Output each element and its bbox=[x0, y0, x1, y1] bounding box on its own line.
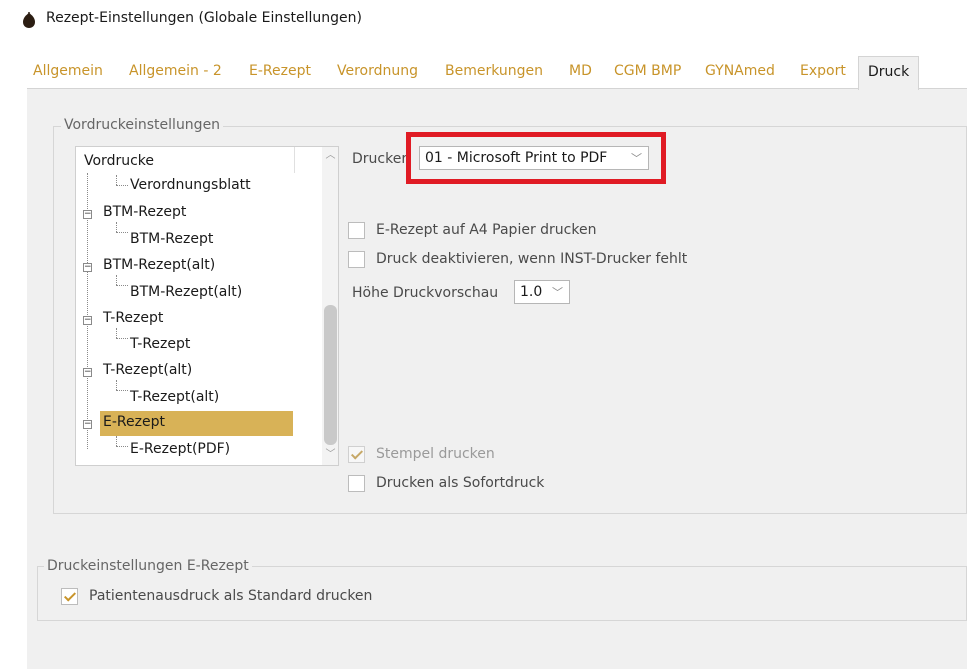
tree-item-btm-rezept-child[interactable]: BTM-Rezept bbox=[130, 231, 213, 247]
a4-paper-label: E-Rezept auf A4 Papier drucken bbox=[376, 222, 597, 238]
tree-item-verordnungsblatt[interactable]: Verordnungsblatt bbox=[130, 177, 251, 193]
tree-header-divider bbox=[294, 147, 295, 173]
preview-height-label: Höhe Druckvorschau bbox=[352, 285, 499, 301]
vordruck-group-title: Vordruckeinstellungen bbox=[61, 117, 224, 133]
tree-item-t-rezept-alt-child[interactable]: T-Rezept(alt) bbox=[130, 389, 219, 405]
patient-print-checkbox[interactable] bbox=[61, 588, 78, 605]
tree-item-btm-rezept-alt-child[interactable]: BTM-Rezept(alt) bbox=[130, 284, 242, 300]
window-title: Rezept-Einstellungen (Globale Einstellun… bbox=[46, 10, 363, 26]
tree-branch-line bbox=[116, 275, 117, 285]
tree-branch-line bbox=[116, 380, 117, 390]
tree-item-t-rezept-child[interactable]: T-Rezept bbox=[130, 336, 190, 352]
collapse-icon[interactable]: − bbox=[83, 263, 92, 272]
vordrucke-tree[interactable]: Vordrucke Verordnungsblatt − BTM-Rezept … bbox=[75, 146, 339, 466]
collapse-icon[interactable]: − bbox=[83, 210, 92, 219]
tab-allgemein-2[interactable]: Allgemein - 2 bbox=[129, 63, 222, 79]
tree-branch-line bbox=[116, 232, 128, 233]
tab-druck[interactable]: Druck bbox=[858, 56, 920, 90]
tree-branch-line bbox=[116, 175, 117, 185]
tree-item-btm-rezept[interactable]: BTM-Rezept bbox=[103, 204, 186, 220]
tree-item-t-rezept-alt[interactable]: T-Rezept(alt) bbox=[103, 362, 192, 378]
disable-print-checkbox[interactable] bbox=[348, 251, 365, 268]
instant-print-label: Drucken als Sofortdruck bbox=[376, 475, 545, 491]
preview-height-value: 1.0 bbox=[520, 284, 543, 300]
tree-branch-line bbox=[116, 436, 117, 446]
scroll-up-icon[interactable]: ︿ bbox=[325, 150, 336, 161]
title-bar: Rezept-Einstellungen (Globale Einstellun… bbox=[0, 0, 967, 40]
tree-branch-line bbox=[116, 285, 128, 286]
stamp-checkbox[interactable] bbox=[348, 446, 365, 463]
tree-branch-line bbox=[116, 338, 128, 339]
tree-item-t-rezept[interactable]: T-Rezept bbox=[103, 310, 163, 326]
tree-item-e-rezept-pdf[interactable]: E-Rezept(PDF) bbox=[130, 441, 230, 457]
tree-item-btm-rezept-alt[interactable]: BTM-Rezept(alt) bbox=[103, 257, 215, 273]
preview-height-select[interactable]: 1.0 ﹀ bbox=[514, 280, 570, 304]
tab-e-rezept[interactable]: E-Rezept bbox=[249, 63, 311, 79]
red-highlight-frame bbox=[406, 132, 666, 184]
collapse-icon[interactable]: − bbox=[83, 316, 92, 325]
tree-item-e-rezept[interactable]: E-Rezept bbox=[100, 411, 293, 436]
stamp-label: Stempel drucken bbox=[376, 446, 495, 462]
tab-bemerkungen[interactable]: Bemerkungen bbox=[445, 63, 543, 79]
tree-branch-line bbox=[116, 328, 117, 338]
tab-export[interactable]: Export bbox=[800, 63, 846, 79]
patient-print-label: Patientenausdruck als Standard drucken bbox=[89, 588, 373, 604]
a4-paper-checkbox[interactable] bbox=[348, 222, 365, 239]
instant-print-checkbox[interactable] bbox=[348, 475, 365, 492]
chevron-down-icon: ﹀ bbox=[552, 286, 563, 299]
tab-strip: Allgemein Allgemein - 2 E-Rezept Verordn… bbox=[27, 56, 967, 90]
tree-header: Vordrucke bbox=[84, 153, 154, 169]
app-seed-icon bbox=[23, 12, 35, 28]
scroll-thumb[interactable] bbox=[324, 305, 337, 445]
tree-branch-line bbox=[116, 446, 128, 447]
tree-branch-line bbox=[116, 222, 117, 232]
tab-md[interactable]: MD bbox=[569, 63, 592, 79]
disable-print-label: Druck deaktivieren, wenn INST-Drucker fe… bbox=[376, 251, 688, 267]
tab-cgm-bmp[interactable]: CGM BMP bbox=[614, 63, 681, 79]
tree-branch-line bbox=[116, 185, 128, 186]
scroll-down-icon[interactable]: ﹀ bbox=[325, 449, 336, 460]
tab-allgemein[interactable]: Allgemein bbox=[33, 63, 103, 79]
tab-verordnung[interactable]: Verordnung bbox=[337, 63, 418, 79]
tab-gynamed[interactable]: GYNAmed bbox=[705, 63, 775, 79]
collapse-icon[interactable]: − bbox=[83, 420, 92, 429]
tree-scrollbar[interactable]: ︿ ﹀ bbox=[322, 147, 338, 465]
tree-branch-line bbox=[116, 390, 128, 391]
erezept-group-title: Druckeinstellungen E-Rezept bbox=[44, 558, 252, 574]
collapse-icon[interactable]: − bbox=[83, 368, 92, 377]
printer-label: Drucker bbox=[352, 151, 408, 167]
